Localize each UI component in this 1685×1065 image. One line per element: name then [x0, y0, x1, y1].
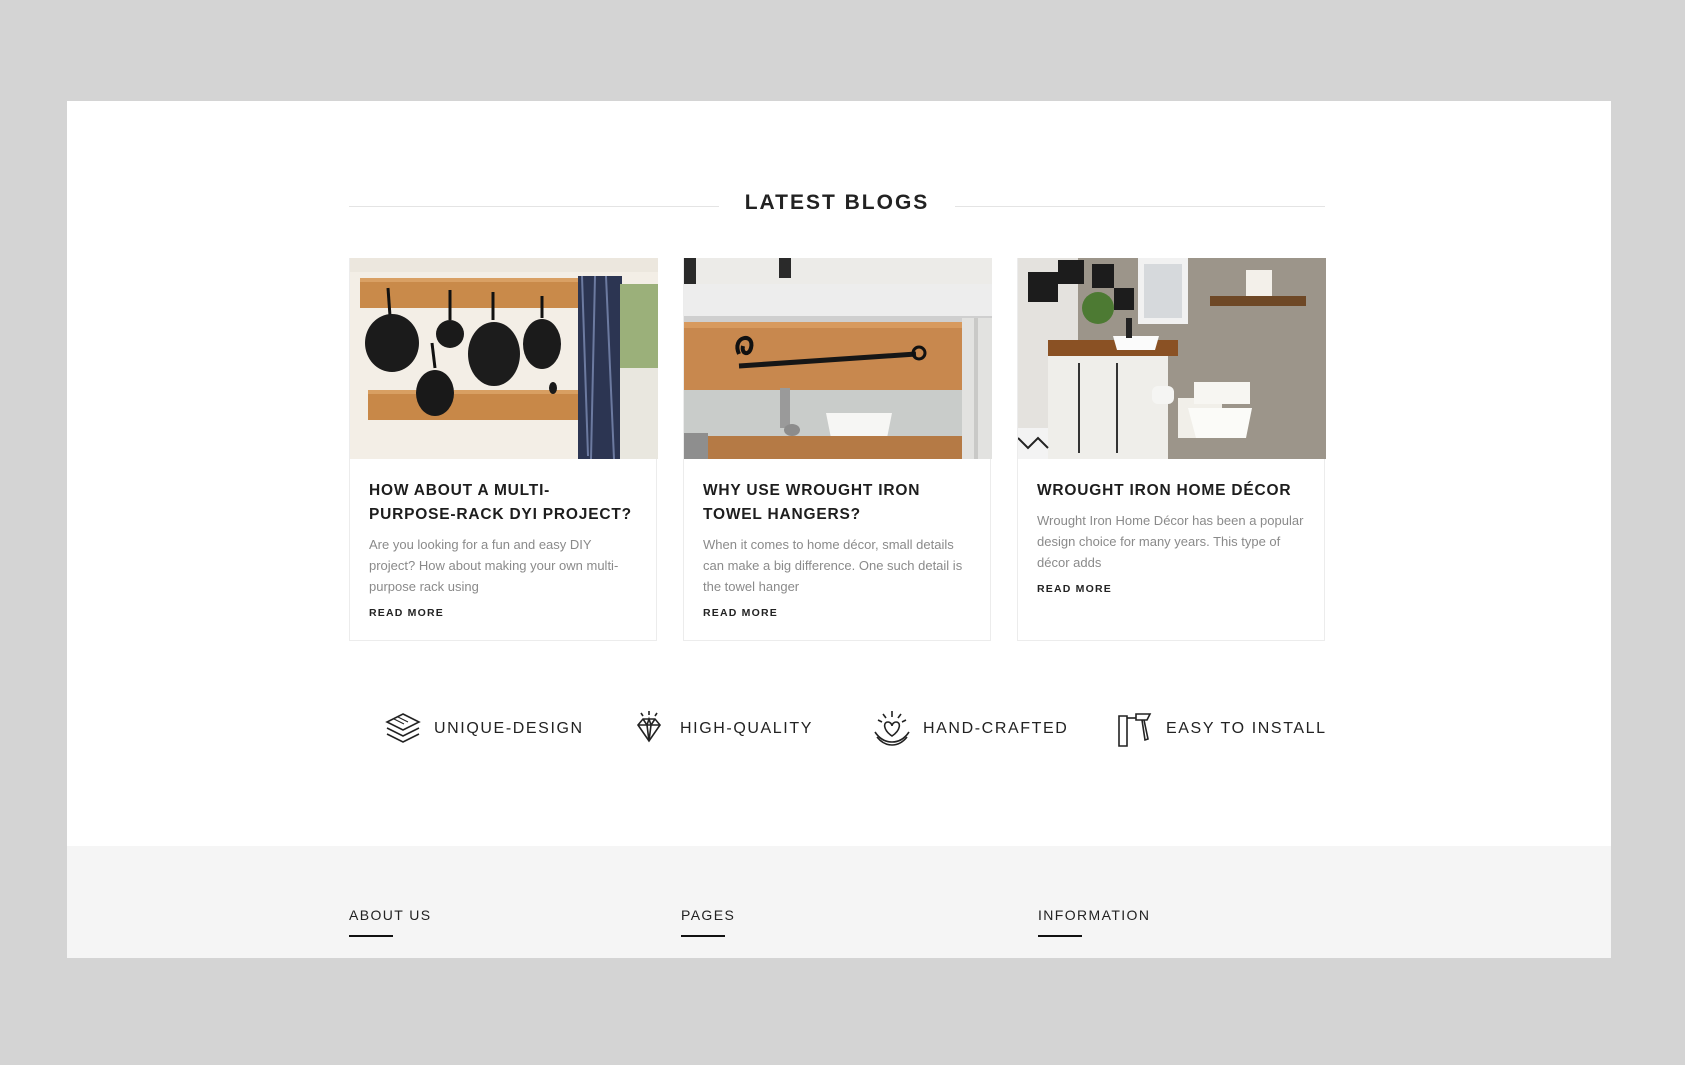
blog-excerpt: Are you looking for a fun and easy DIY p… — [369, 537, 619, 594]
read-more-link[interactable]: READ MORE — [1037, 583, 1112, 595]
blog-excerpt: Wrought Iron Home Décor has been a popul… — [1037, 513, 1304, 570]
hammer-icon — [1114, 708, 1156, 750]
feature-label: UNIQUE-DESIGN — [434, 720, 584, 737]
heart-hands-icon — [871, 708, 913, 750]
blog-thumbnail-bathroom-decor[interactable] — [1018, 258, 1326, 459]
blog-list: HOW ABOUT A MULTI-PURPOSE-RACK DYI PROJE… — [349, 258, 1326, 641]
footer-heading-information[interactable]: INFORMATION — [1038, 907, 1150, 923]
feature-label: HIGH-QUALITY — [680, 720, 813, 737]
read-more-link[interactable]: READ MORE — [369, 607, 444, 619]
feature-unique-design: UNIQUE-DESIGN — [382, 706, 584, 752]
footer-heading-pages[interactable]: PAGES — [681, 907, 735, 923]
section-title: LATEST BLOGS — [744, 191, 930, 214]
footer-underline — [681, 935, 725, 937]
footer-underline — [349, 935, 393, 937]
footer-col-about: ABOUT US — [349, 907, 432, 937]
blog-thumbnail-towel-hanger[interactable] — [684, 258, 992, 459]
footer: ABOUT US PAGES INFORMATION — [67, 846, 1611, 958]
footer-col-pages: PAGES — [681, 907, 735, 937]
latest-blogs-header: LATEST BLOGS — [349, 189, 1325, 223]
footer-underline — [1038, 935, 1082, 937]
blog-thumbnail-pans-rack[interactable] — [350, 258, 658, 459]
page-container: LATEST BLOGS HOW ABOUT A MULTI-PURPOSE-R… — [67, 101, 1611, 958]
divider-right — [955, 206, 1325, 207]
blog-title[interactable]: WROUGHT IRON HOME DÉCOR — [1037, 479, 1305, 503]
feature-hand-crafted: HAND-CRAFTED — [871, 706, 1068, 752]
feature-label: HAND-CRAFTED — [923, 720, 1069, 737]
footer-col-information: INFORMATION — [1038, 907, 1150, 937]
blog-card[interactable]: HOW ABOUT A MULTI-PURPOSE-RACK DYI PROJE… — [349, 258, 658, 641]
feature-easy-to-install: EASY TO INSTALL — [1114, 706, 1327, 752]
feature-high-quality: HIGH-QUALITY — [628, 706, 813, 752]
blog-card[interactable]: WROUGHT IRON HOME DÉCOR Wrought Iron Hom… — [1017, 258, 1326, 641]
blog-title[interactable]: WHY USE WROUGHT IRON TOWEL HANGERS? — [703, 479, 971, 527]
blog-title[interactable]: HOW ABOUT A MULTI-PURPOSE-RACK DYI PROJE… — [369, 479, 637, 527]
footer-heading-about[interactable]: ABOUT US — [349, 907, 432, 923]
blog-card[interactable]: WHY USE WROUGHT IRON TOWEL HANGERS? When… — [683, 258, 992, 641]
feature-label: EASY TO INSTALL — [1166, 720, 1327, 737]
read-more-link[interactable]: READ MORE — [703, 607, 778, 619]
blog-excerpt: When it comes to home décor, small detai… — [703, 537, 963, 594]
features-row: UNIQUE-DESIGN HIGH-QUALITY HAND-CRAFTED … — [67, 706, 1611, 752]
layers-icon — [382, 708, 424, 750]
diamond-icon — [628, 708, 670, 750]
